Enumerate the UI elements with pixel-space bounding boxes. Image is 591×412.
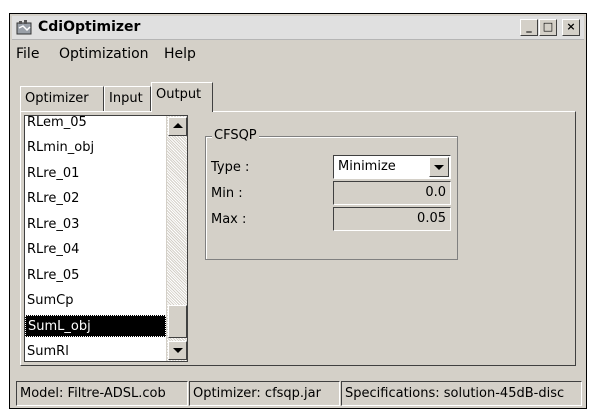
type-label: Type : xyxy=(211,160,250,175)
list-item[interactable]: RLre_03 xyxy=(25,214,166,236)
tab-input[interactable]: Input xyxy=(104,86,151,111)
list-item[interactable]: RLre_04 xyxy=(25,239,166,261)
status-optimizer: Optimizer: cfsqp.jar xyxy=(189,381,340,406)
app-icon xyxy=(16,20,32,35)
tab-output-label: Output xyxy=(156,87,202,102)
arrow-up-icon xyxy=(173,123,183,128)
status-model: Model: Filtre-ADSL.cob xyxy=(16,381,188,406)
type-select-value: Minimize xyxy=(338,159,396,174)
min-field[interactable]: 0.0 xyxy=(333,181,451,205)
tab-container: Optimizer Input Output RLem_05 RLmin_obj… xyxy=(16,66,582,378)
type-select[interactable]: Minimize xyxy=(333,155,451,179)
title-bar[interactable]: CdiOptimizer _ □ × xyxy=(12,16,584,40)
maximize-icon: □ xyxy=(542,20,554,33)
tab-optimizer-label: Optimizer xyxy=(25,91,89,106)
min-label: Min : xyxy=(211,186,243,201)
minimize-icon: _ xyxy=(526,20,532,33)
menu-file[interactable]: File xyxy=(16,46,39,62)
max-field[interactable]: 0.05 xyxy=(333,207,451,231)
output-variable-list[interactable]: RLem_05 RLmin_obj RLre_01 RLre_02 RLre_0… xyxy=(24,115,188,362)
arrow-down-icon xyxy=(173,348,183,353)
close-button[interactable]: × xyxy=(562,19,580,36)
list-scrollbar[interactable] xyxy=(166,116,187,361)
close-icon: × xyxy=(566,20,576,33)
minimize-button[interactable]: _ xyxy=(520,19,538,36)
list-item[interactable]: RLmin_obj xyxy=(25,137,166,159)
scroll-thumb[interactable] xyxy=(168,305,187,338)
scroll-up-button[interactable] xyxy=(168,117,187,136)
tab-input-label: Input xyxy=(109,91,143,106)
scroll-down-button[interactable] xyxy=(168,341,187,360)
output-panel: RLem_05 RLmin_obj RLre_01 RLre_02 RLre_0… xyxy=(20,111,576,366)
maximize-button[interactable]: □ xyxy=(539,19,557,36)
type-dropdown-button[interactable] xyxy=(429,157,449,177)
list-item[interactable]: SumRl xyxy=(25,341,166,361)
status-bar: Model: Filtre-ADSL.cob Optimizer: cfsqp.… xyxy=(16,381,582,406)
window-title: CdiOptimizer xyxy=(38,19,141,35)
list-item[interactable]: RLre_01 xyxy=(25,163,166,185)
max-value: 0.05 xyxy=(417,211,446,226)
list-item-selected[interactable]: SumL_obj xyxy=(25,315,166,337)
status-specifications: Specifications: solution-45dB-disc xyxy=(341,381,582,406)
tab-output[interactable]: Output xyxy=(151,82,213,112)
menu-bar: File Optimization Help xyxy=(12,41,584,65)
menu-optimization[interactable]: Optimization xyxy=(59,46,149,62)
app-window: CdiOptimizer _ □ × File Optimization Hel… xyxy=(9,13,587,409)
max-label: Max : xyxy=(211,212,247,227)
group-title: CFSQP xyxy=(212,128,259,143)
tab-optimizer[interactable]: Optimizer xyxy=(20,86,104,111)
list-item[interactable]: RLre_02 xyxy=(25,188,166,210)
cfsqp-group: CFSQP Type : Minimize Min : 0.0 Max : 0.… xyxy=(205,128,458,260)
list-item[interactable]: RLem_05 xyxy=(25,116,166,134)
min-value: 0.0 xyxy=(425,185,446,200)
list-item[interactable]: SumCp xyxy=(25,290,166,312)
menu-help[interactable]: Help xyxy=(164,46,196,62)
list-item[interactable]: RLre_05 xyxy=(25,265,166,287)
chevron-down-icon xyxy=(434,165,444,170)
